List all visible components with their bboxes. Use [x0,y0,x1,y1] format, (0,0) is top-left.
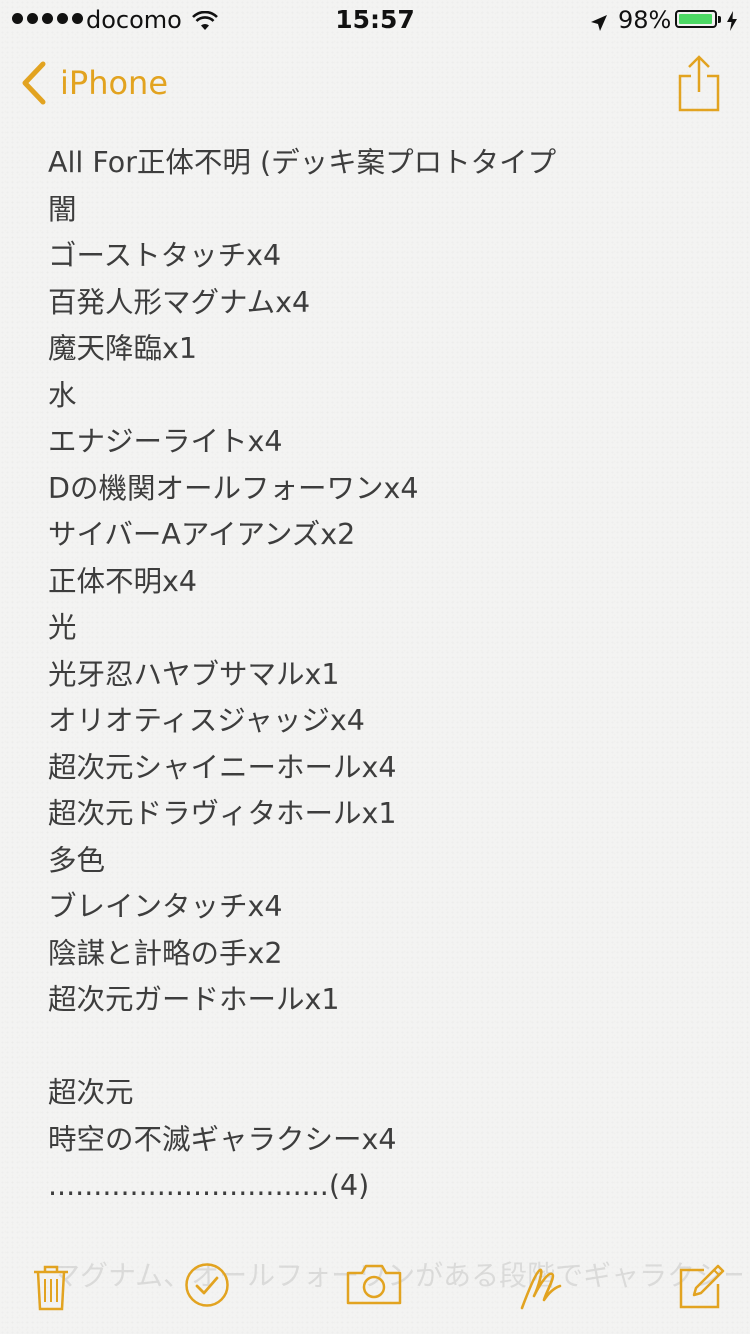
share-icon [678,55,720,112]
note-line: 百発人形マグナムx4 [48,285,311,319]
note-line: 時空の不滅ギャラクシーx4 [48,1122,397,1156]
trash-icon [34,1265,68,1311]
note-line: 超次元ドラヴィタホールx1 [48,797,397,830]
share-button[interactable] [676,54,722,114]
delete-button[interactable] [32,1262,70,1312]
note-line: 陰謀と計略の手x2 [48,936,283,970]
sketch-button[interactable] [518,1262,564,1312]
note-line: ...............................(4) [48,1169,370,1202]
chevron-left-icon [22,61,46,105]
note-line: 魔天降臨x1 [48,332,197,365]
battery-percent: 98% [618,6,672,34]
note-line: 多色 [48,843,106,877]
note-line: エナジーライトx4 [48,425,283,458]
location-arrow-icon [590,10,608,38]
note-line: ゴーストタッチx4 [48,239,282,272]
note-line: All For正体不明 (デッキ案プロトタイプ [48,146,557,179]
note-line [48,1024,728,1071]
note-line: 光 [48,611,77,644]
battery-icon [675,10,721,28]
note-line: 闇 [48,192,77,226]
note-line: サイバーAアイアンズx2 [48,518,356,551]
note-line: 光牙忍ハヤブサマルx1 [48,657,340,691]
checklist-button[interactable] [184,1262,230,1308]
status-bar: docomo 15:57 98% [0,0,750,40]
note-line: 水 [48,378,77,412]
back-button[interactable]: iPhone [18,60,168,106]
sketch-icon [520,1268,562,1310]
note-line: 超次元 [48,1076,134,1109]
navigation-bar: iPhone [0,40,750,128]
back-label: iPhone [60,64,169,102]
compose-icon [679,1264,725,1309]
battery-level-fill [679,14,713,24]
bottom-toolbar [0,1244,750,1334]
charging-bolt-icon [726,9,738,37]
camera-icon [346,1264,402,1305]
camera-button[interactable] [345,1262,403,1306]
note-line: ブレインタッチx4 [48,890,283,923]
note-line: 超次元ガードホールx1 [48,983,340,1016]
checklist-icon [185,1263,229,1307]
note-line: 正体不明x4 [48,564,197,598]
note-line: Dの機関オールフォーワンx4 [48,471,419,505]
note-line: 超次元シャイニーホールx4 [48,750,397,784]
note-body[interactable]: All For正体不明 (デッキ案プロトタイプ 闇 ゴーストタッチx4 百発人形… [48,140,728,1210]
note-line: オリオティスジャッジx4 [48,704,365,737]
compose-button[interactable] [678,1262,726,1310]
